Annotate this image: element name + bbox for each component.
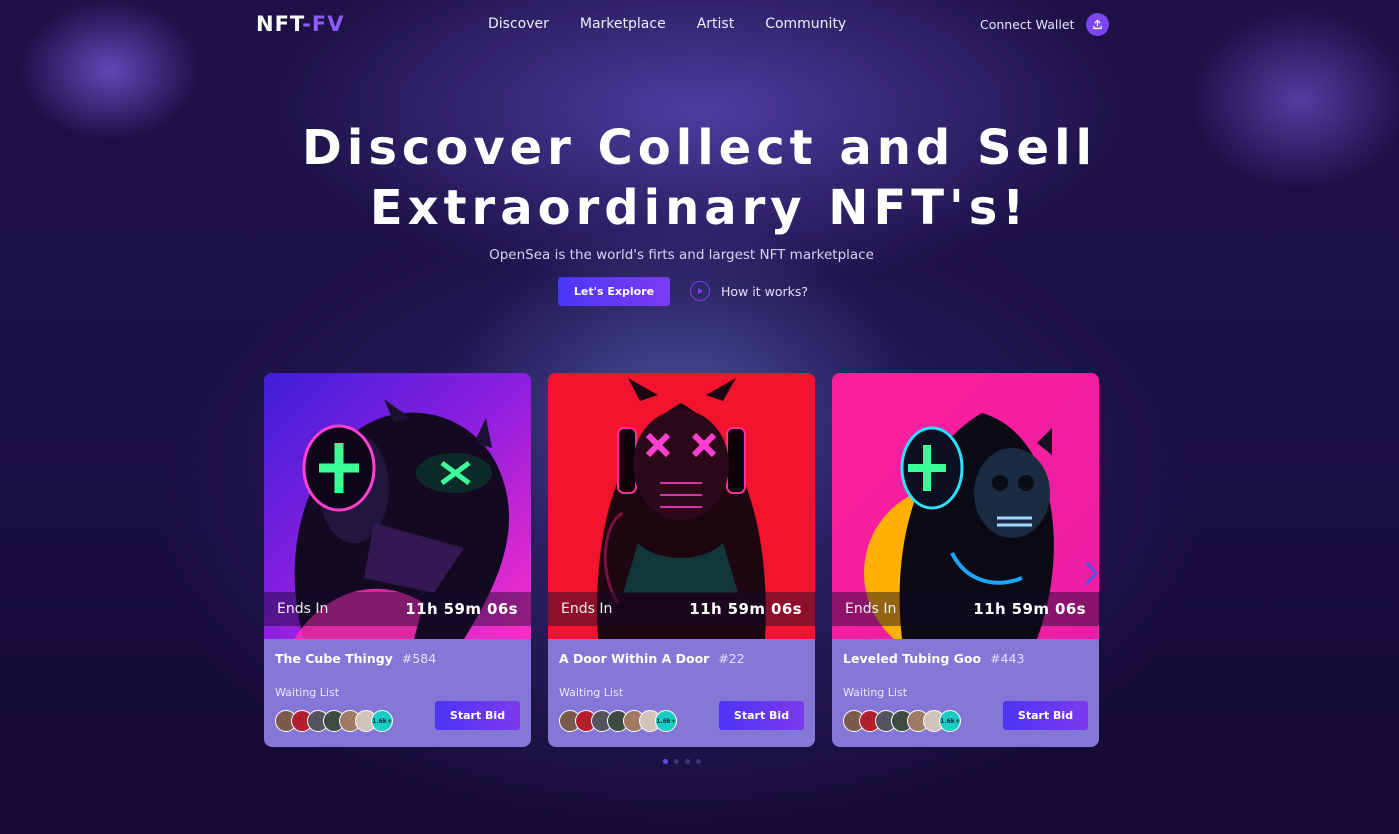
start-bid-button[interactable]: Start Bid bbox=[1003, 701, 1088, 730]
avatar-more-count: 1.6k+ bbox=[371, 710, 393, 732]
nft-image: Ends In 11h 59m 06s bbox=[264, 373, 531, 639]
avatar-more-count: 1.6k+ bbox=[939, 710, 961, 732]
hero-subtitle: OpenSea is the world's firts and largest… bbox=[489, 247, 874, 263]
upload-icon bbox=[1093, 19, 1102, 30]
nft-title: A Door Within A Door #22 bbox=[559, 651, 745, 666]
carousel-next-button[interactable] bbox=[1083, 561, 1099, 589]
chevron-right-icon bbox=[1085, 561, 1099, 585]
nft-title: Leveled Tubing Goo #443 bbox=[843, 651, 1025, 666]
nav-link-marketplace[interactable]: Marketplace bbox=[580, 16, 666, 32]
carousel-dot[interactable] bbox=[674, 759, 679, 764]
nft-card: Ends In 11h 59m 06s The Cube Thingy #584 … bbox=[264, 373, 531, 747]
navbar: NFT-FV Discover Marketplace Artist Commu… bbox=[0, 0, 1399, 50]
nft-title: The Cube Thingy #584 bbox=[275, 651, 437, 666]
brand-logo[interactable]: NFT-FV bbox=[256, 12, 345, 36]
auction-timer: Ends In 11h 59m 06s bbox=[548, 592, 815, 626]
avatar-more-count: 1.6k+ bbox=[655, 710, 677, 732]
carousel-dot[interactable] bbox=[685, 759, 690, 764]
auction-timer: Ends In 11h 59m 06s bbox=[832, 592, 1099, 626]
start-bid-button[interactable]: Start Bid bbox=[719, 701, 804, 730]
nft-image: Ends In 11h 59m 06s bbox=[832, 373, 1099, 639]
waiting-list-label: Waiting List bbox=[559, 686, 624, 699]
how-it-works-link[interactable]: How it works? bbox=[690, 281, 808, 301]
nft-card: Ends In 11h 59m 06s Leveled Tubing Goo #4… bbox=[832, 373, 1099, 747]
nav-link-artist[interactable]: Artist bbox=[697, 16, 735, 32]
start-bid-button[interactable]: Start Bid bbox=[435, 701, 520, 730]
explore-button[interactable]: Let's Explore bbox=[558, 277, 670, 306]
nft-image: Ends In 11h 59m 06s bbox=[548, 373, 815, 639]
nav-links: Discover Marketplace Artist Community bbox=[488, 16, 846, 32]
nav-link-community[interactable]: Community bbox=[765, 16, 846, 32]
hero-title: Discover Collect and Sell Extraordinary … bbox=[302, 120, 1097, 236]
nav-link-discover[interactable]: Discover bbox=[488, 16, 549, 32]
carousel-dots bbox=[663, 759, 701, 764]
nft-card: Ends In 11h 59m 06s A Door Within A Door… bbox=[548, 373, 815, 747]
waiting-list-avatars: 1.6k+ bbox=[275, 710, 393, 732]
carousel-dot[interactable] bbox=[696, 759, 701, 764]
waiting-list-avatars: 1.6k+ bbox=[559, 710, 677, 732]
carousel-dot[interactable] bbox=[663, 759, 668, 764]
play-icon bbox=[690, 281, 710, 301]
upload-button[interactable] bbox=[1086, 13, 1109, 36]
waiting-list-label: Waiting List bbox=[275, 686, 340, 699]
waiting-list-label: Waiting List bbox=[843, 686, 908, 699]
connect-wallet-link[interactable]: Connect Wallet bbox=[980, 17, 1074, 32]
waiting-list-avatars: 1.6k+ bbox=[843, 710, 961, 732]
auction-timer: Ends In 11h 59m 06s bbox=[264, 592, 531, 626]
